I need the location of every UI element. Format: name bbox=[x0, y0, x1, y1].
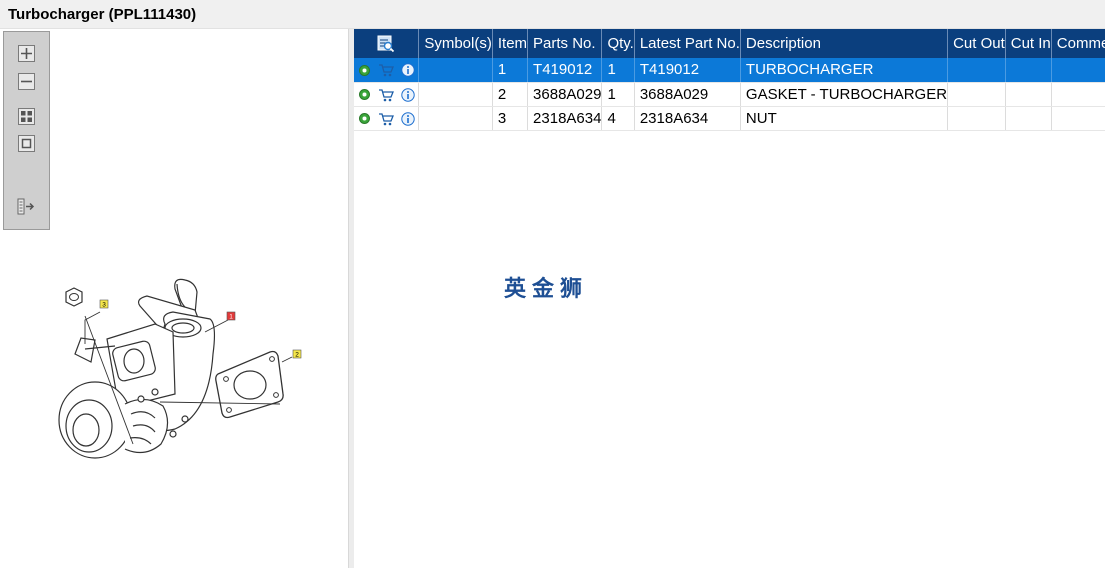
cell-comment bbox=[1051, 58, 1105, 83]
callout-1[interactable]: 1 bbox=[226, 311, 236, 321]
column-header-item[interactable]: Item bbox=[492, 29, 529, 58]
window-title: Turbocharger (PPL111430) bbox=[8, 6, 197, 23]
info-icon[interactable] bbox=[401, 111, 416, 126]
cell-qty: 4 bbox=[601, 106, 635, 131]
cell-parts-no: 3688A029 bbox=[527, 82, 603, 107]
cart-icon[interactable] bbox=[378, 88, 395, 102]
cell-latest-part-no: 2318A634 bbox=[634, 106, 741, 131]
actual-size-icon bbox=[18, 135, 35, 152]
cell-symbols bbox=[418, 58, 493, 83]
column-header-actions[interactable] bbox=[354, 29, 420, 58]
export-button[interactable] bbox=[17, 197, 36, 216]
fit-page-button[interactable] bbox=[17, 107, 36, 126]
column-header-cut-in[interactable]: Cut In bbox=[1005, 29, 1052, 58]
turbocharger-part bbox=[58, 278, 216, 459]
viewer-toolbar bbox=[3, 31, 50, 230]
cell-item: 1 bbox=[492, 58, 529, 83]
cell-description: NUT bbox=[740, 106, 949, 131]
zoom-in-button[interactable] bbox=[17, 44, 36, 63]
cell-qty: 1 bbox=[601, 82, 635, 107]
cell-comment bbox=[1051, 82, 1105, 107]
cell-latest-part-no: 3688A029 bbox=[634, 82, 741, 107]
cell-symbols bbox=[418, 82, 493, 107]
cell-item: 3 bbox=[492, 106, 529, 131]
table-row[interactable]: 1 T419012 1 T419012 TURBOCHARGER bbox=[354, 58, 1105, 83]
column-header-qty[interactable]: Qty. bbox=[601, 29, 635, 58]
callout-2[interactable]: 2 bbox=[292, 349, 302, 359]
column-header-latest-part-no[interactable]: Latest Part No. bbox=[634, 29, 741, 58]
cell-item: 2 bbox=[492, 82, 529, 107]
callout-3[interactable]: 3 bbox=[99, 299, 109, 309]
cell-symbols bbox=[418, 106, 493, 131]
row-actions bbox=[354, 58, 420, 83]
parts-table: Symbol(s) Item Parts No. Qty. Latest Par… bbox=[354, 29, 1105, 131]
gear-icon[interactable] bbox=[358, 112, 371, 125]
diagram-pane[interactable]: 3 1 2 bbox=[0, 29, 348, 568]
cell-description: TURBOCHARGER bbox=[740, 58, 949, 83]
info-icon[interactable] bbox=[401, 63, 416, 77]
svg-text:2: 2 bbox=[295, 352, 299, 359]
cell-cut-out bbox=[947, 82, 1006, 107]
cell-comment bbox=[1051, 106, 1105, 131]
gasket-part bbox=[215, 350, 284, 419]
zoom-out-icon bbox=[18, 73, 35, 90]
table-row[interactable]: 3 2318A634 4 2318A634 NUT bbox=[354, 106, 1105, 131]
column-header-description[interactable]: Description bbox=[740, 29, 949, 58]
table-header-row: Symbol(s) Item Parts No. Qty. Latest Par… bbox=[354, 29, 1105, 58]
cell-parts-no: 2318A634 bbox=[527, 106, 603, 131]
export-icon bbox=[17, 198, 35, 215]
fit-page-icon bbox=[18, 108, 35, 125]
row-actions bbox=[354, 106, 420, 131]
watermark: 英金狮 bbox=[504, 277, 589, 302]
cell-cut-in bbox=[1005, 82, 1052, 107]
column-header-parts-no[interactable]: Parts No. bbox=[527, 29, 603, 58]
cell-latest-part-no: T419012 bbox=[634, 58, 741, 83]
search-list-icon bbox=[377, 35, 395, 52]
cell-parts-no: T419012 bbox=[527, 58, 603, 83]
cart-icon[interactable] bbox=[378, 112, 395, 126]
cell-qty: 1 bbox=[601, 58, 635, 83]
cart-icon[interactable] bbox=[378, 63, 395, 77]
column-header-comment[interactable]: Comment bbox=[1051, 29, 1105, 58]
zoom-in-icon bbox=[18, 45, 35, 62]
cell-cut-out bbox=[947, 106, 1006, 131]
turbocharger-diagram[interactable]: 3 1 2 bbox=[45, 244, 315, 474]
row-actions bbox=[354, 82, 420, 107]
cell-cut-out bbox=[947, 58, 1006, 83]
column-header-symbols[interactable]: Symbol(s) bbox=[418, 29, 493, 58]
cell-cut-in bbox=[1005, 106, 1052, 131]
zoom-out-button[interactable] bbox=[17, 72, 36, 91]
nut-part bbox=[65, 287, 83, 307]
cell-cut-in bbox=[1005, 58, 1052, 83]
gear-icon[interactable] bbox=[358, 88, 371, 101]
title-bar: Turbocharger (PPL111430) bbox=[0, 0, 1105, 29]
info-icon[interactable] bbox=[401, 87, 416, 102]
gear-icon[interactable] bbox=[358, 64, 371, 77]
svg-text:1: 1 bbox=[229, 314, 233, 321]
column-header-cut-out[interactable]: Cut Out bbox=[947, 29, 1006, 58]
table-row[interactable]: 2 3688A029 1 3688A029 GASKET - TURBOCHAR… bbox=[354, 82, 1105, 107]
svg-text:3: 3 bbox=[102, 302, 106, 309]
actual-size-button[interactable] bbox=[17, 134, 36, 153]
parts-grid-area: Symbol(s) Item Parts No. Qty. Latest Par… bbox=[354, 29, 1105, 568]
cell-description: GASKET - TURBOCHARGER bbox=[740, 82, 949, 107]
